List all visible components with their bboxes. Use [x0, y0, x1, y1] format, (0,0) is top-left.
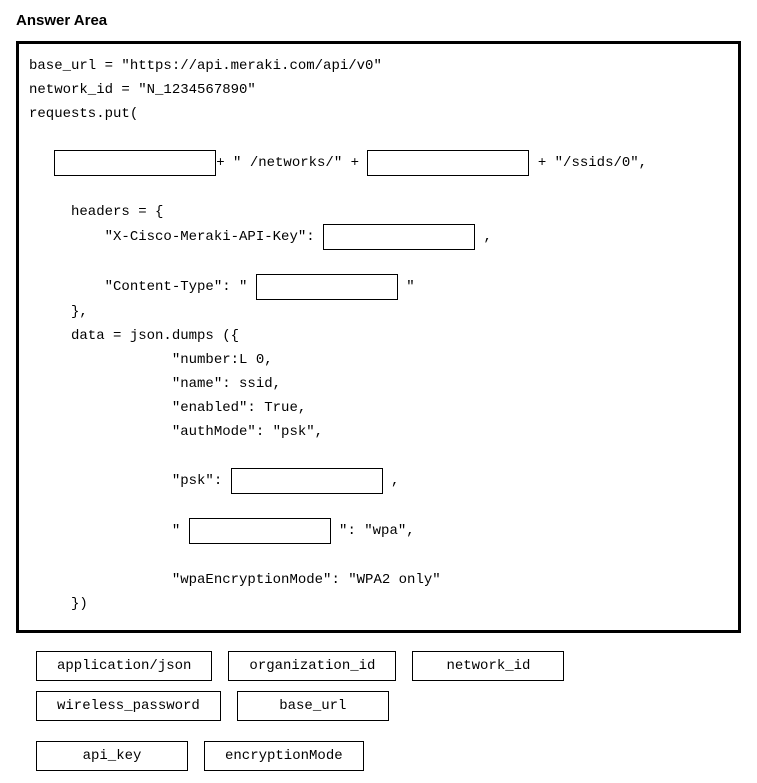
option-bank: application/json organization_id network… [16, 651, 741, 771]
option-application-json[interactable]: application/json [36, 651, 212, 681]
code-text: " [398, 276, 415, 298]
code-line: }) [29, 593, 88, 615]
code-text: + "/ssids/0", [529, 152, 647, 174]
code-line: headers = { [29, 201, 163, 223]
code-line: requests.put( [29, 103, 138, 125]
code-text: " [29, 520, 189, 542]
code-text: , [475, 226, 492, 248]
code-text: , [383, 470, 400, 492]
option-api-key[interactable]: api_key [36, 741, 188, 771]
code-line: base_url = "https://api.meraki.com/api/v… [29, 55, 382, 77]
option-base-url[interactable]: base_url [237, 691, 389, 721]
code-text: "psk": [29, 470, 231, 492]
code-line: network_id = "N_1234567890" [29, 79, 256, 101]
code-text: "Content-Type": " [29, 276, 256, 298]
code-text [29, 152, 54, 174]
option-encryption-mode[interactable]: encryptionMode [204, 741, 364, 771]
option-wireless-password[interactable]: wireless_password [36, 691, 221, 721]
code-line: "authMode": "psk", [29, 421, 323, 443]
option-organization-id[interactable]: organization_id [228, 651, 396, 681]
drop-target-3[interactable] [323, 224, 475, 250]
drop-target-4[interactable] [256, 274, 398, 300]
page-title: Answer Area [16, 12, 741, 29]
code-line: }, [29, 301, 88, 323]
code-line: data = json.dumps ({ [29, 325, 239, 347]
code-line: "enabled": True, [29, 397, 306, 419]
code-line: "name": ssid, [29, 373, 281, 395]
drop-target-1[interactable] [54, 150, 216, 176]
code-area: base_url = "https://api.meraki.com/api/v… [16, 41, 741, 633]
code-line: "number:L 0, [29, 349, 273, 371]
option-network-id[interactable]: network_id [412, 651, 564, 681]
code-text: ": "wpa", [331, 520, 415, 542]
code-line: "wpaEncryptionMode": "WPA2 only" [29, 569, 441, 591]
drop-target-5[interactable] [231, 468, 383, 494]
code-text: "X-Cisco-Meraki-API-Key": [29, 226, 323, 248]
drop-target-2[interactable] [367, 150, 529, 176]
code-text: + " /networks/" + [216, 152, 367, 174]
drop-target-6[interactable] [189, 518, 331, 544]
